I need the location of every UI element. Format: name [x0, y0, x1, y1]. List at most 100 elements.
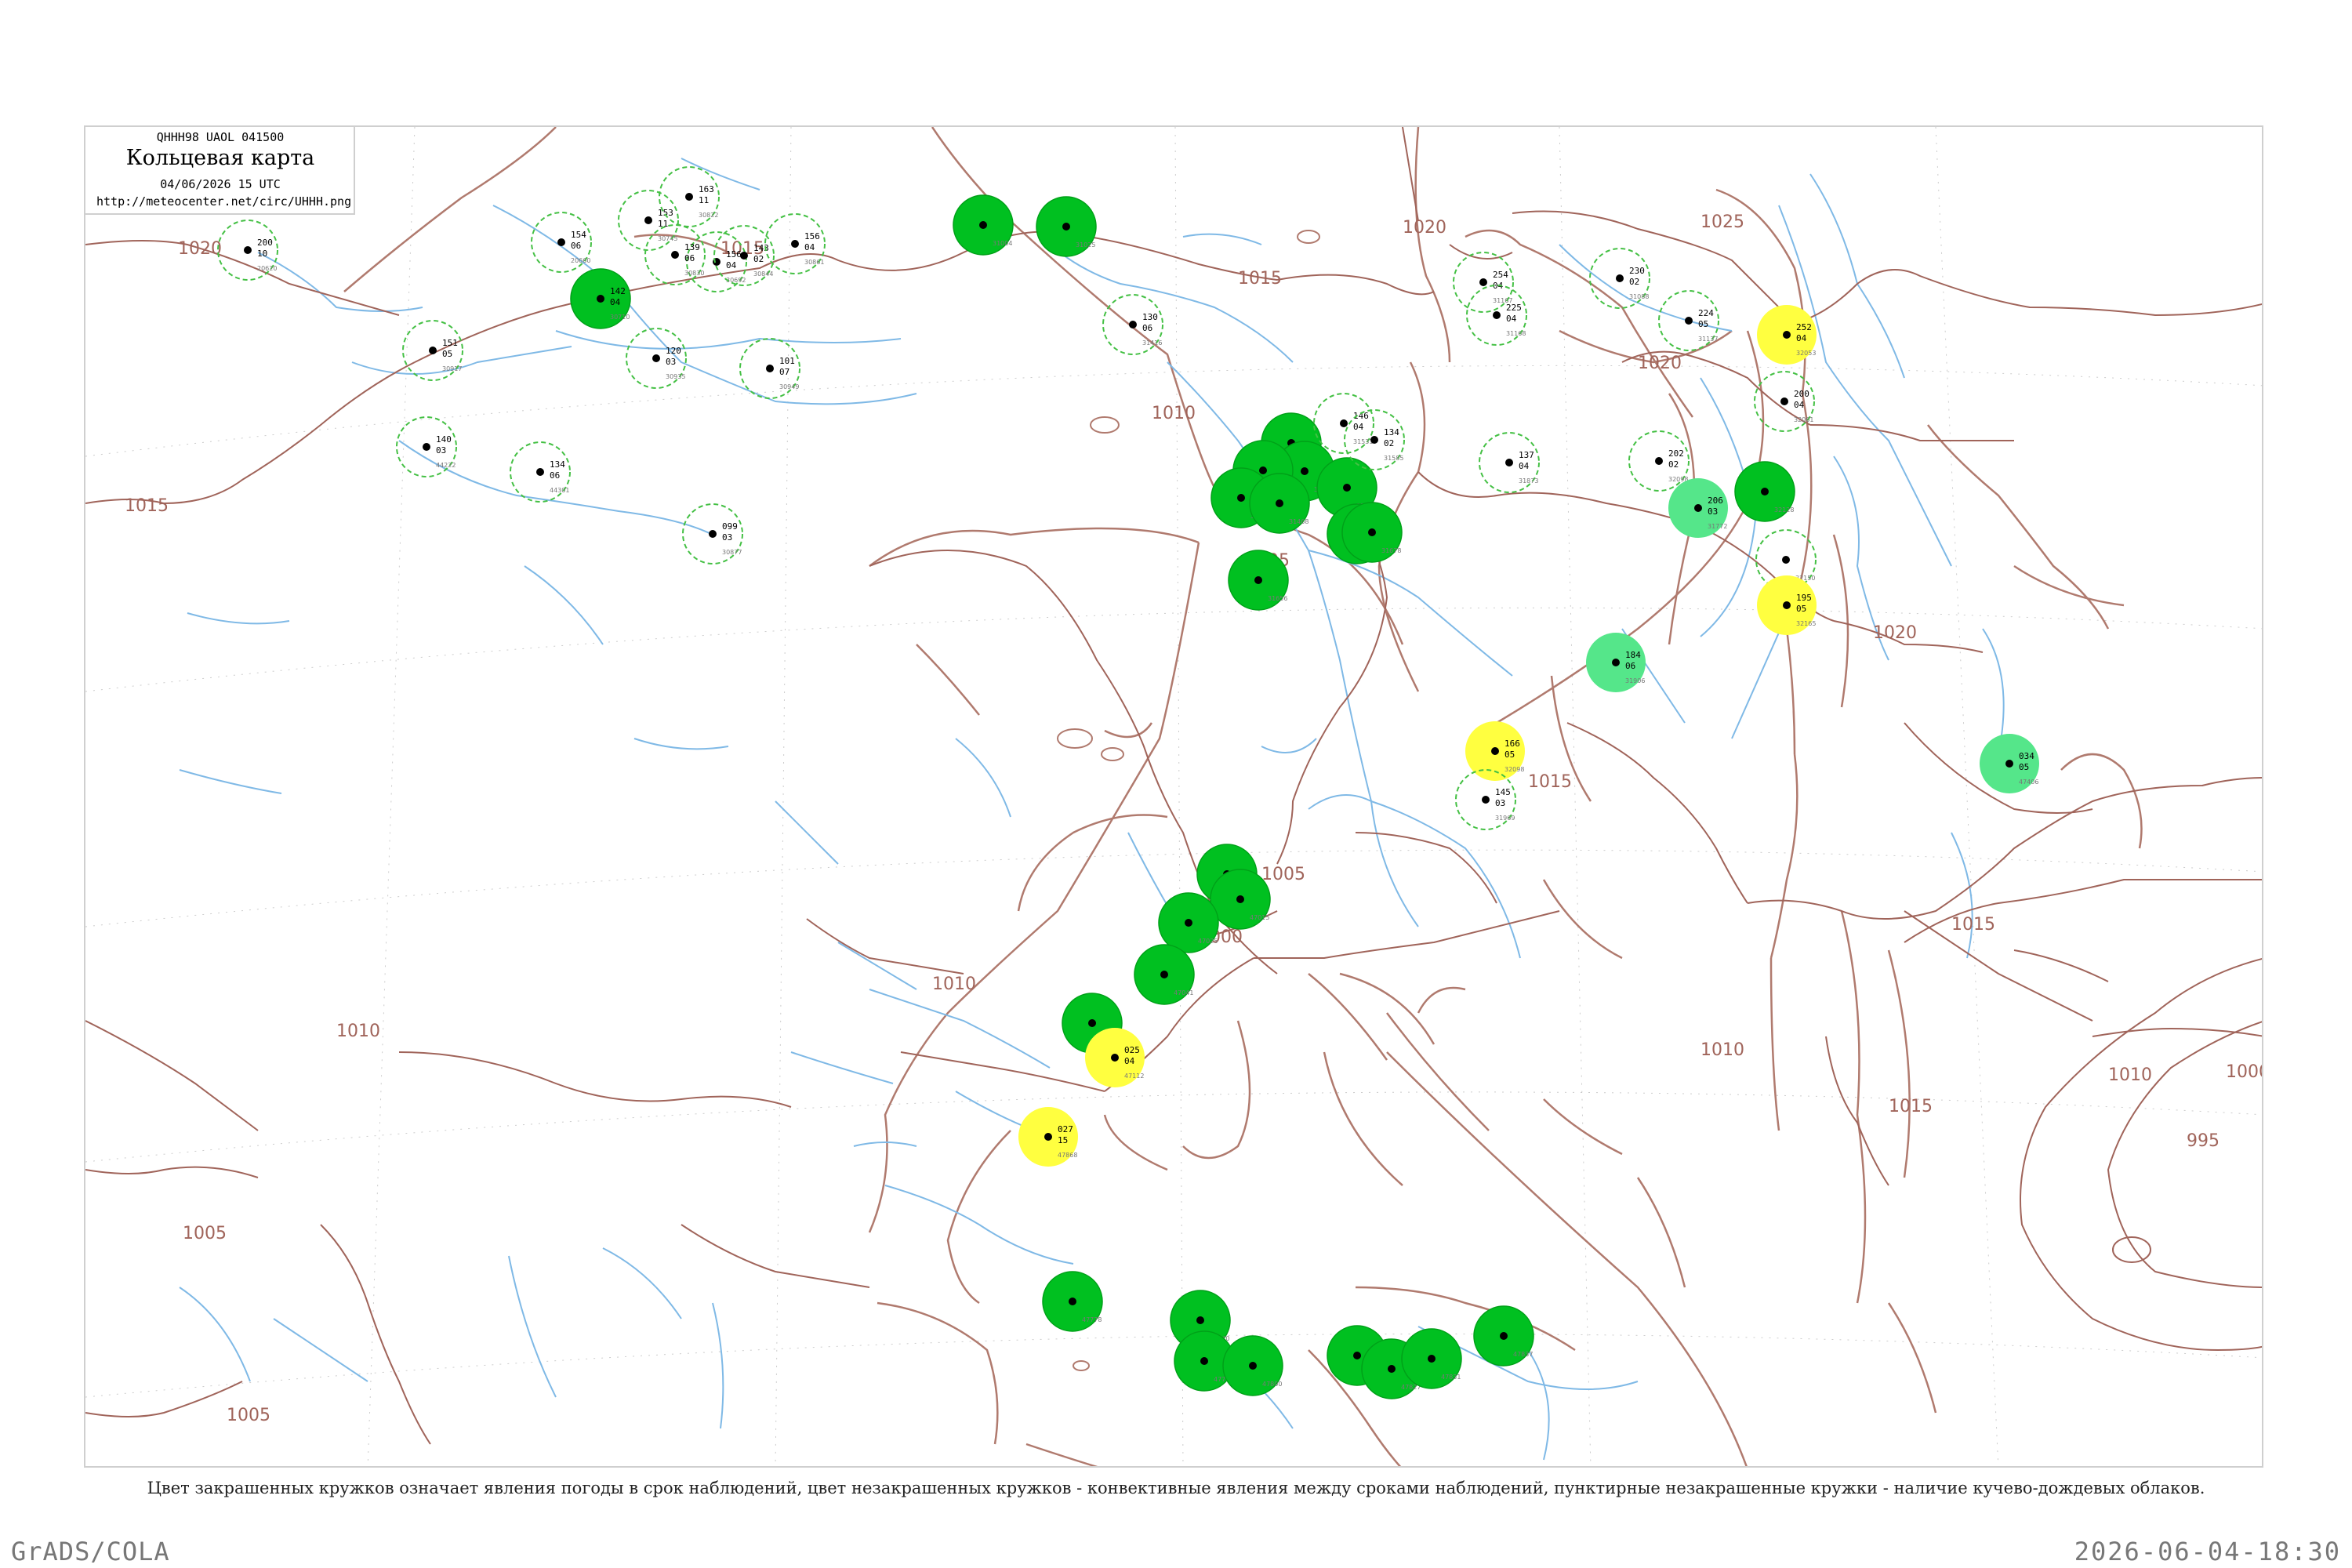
- station-index: 31416: [1142, 339, 1162, 347]
- station-cb[interactable]: 14003 44222: [396, 416, 457, 477]
- legend-caption: Цвет закрашенных кружков означает явлени…: [147, 1479, 2205, 1497]
- station-index: 30830: [684, 270, 704, 277]
- station-index: 30949: [779, 383, 799, 390]
- station-dot-icon: [1062, 223, 1070, 230]
- station-index: 47778: [1082, 1316, 1102, 1323]
- isobar-label: 1000: [2226, 1062, 2263, 1082]
- station-shower[interactable]: 03405 47406: [1980, 734, 2039, 793]
- station-cb[interactable]: 22405 31137: [1658, 290, 1719, 351]
- station-ts[interactable]: 31004: [953, 194, 1014, 256]
- station-index: 32061: [1794, 416, 1813, 423]
- station-cb[interactable]: 1460431531: [1313, 393, 1374, 454]
- station-dot-icon: [1160, 971, 1168, 978]
- station-tendency: 05: [1504, 750, 1515, 760]
- weather-map[interactable]: 1020 1015 1015 1020 1025 1020 1015 1010 …: [84, 125, 2263, 1468]
- station-dot-icon: [1276, 499, 1283, 507]
- station-dot-icon: [429, 347, 437, 354]
- station-pressure: 230: [1629, 266, 1645, 276]
- station-shower[interactable]: 18406 31906: [1586, 633, 1646, 692]
- station-pressure: 145: [1495, 787, 1511, 797]
- station-pressure: 139: [684, 242, 700, 252]
- station-dot-icon: [597, 295, 604, 303]
- station-dot-icon: [1761, 488, 1769, 495]
- station-tendency: 02: [1629, 277, 1639, 287]
- station-warn[interactable]: 19505 32165: [1757, 575, 1817, 635]
- station-dot-icon: [1479, 278, 1487, 286]
- station-tendency: 05: [1698, 319, 1708, 329]
- station-dot-icon: [1301, 467, 1308, 475]
- station-cb[interactable]: 22504 31168: [1466, 285, 1527, 346]
- station-index: 30877: [722, 549, 742, 556]
- station-pressure: 142: [610, 286, 626, 296]
- station-ts[interactable]: 32128: [1734, 461, 1795, 522]
- station-cb[interactable]: 2540431167: [1453, 252, 1514, 313]
- station-dot-icon: [1069, 1298, 1076, 1305]
- station-dot-icon: [1500, 1332, 1508, 1340]
- station-tendency: 04: [1794, 400, 1805, 410]
- station-tendency: 04: [1124, 1056, 1135, 1066]
- station-ts[interactable]: 47041: [1134, 944, 1195, 1005]
- station-cb[interactable]: 10107 30949: [739, 338, 800, 399]
- station-cb[interactable]: 13006 31416: [1102, 294, 1163, 355]
- station-index: 20660: [571, 257, 590, 264]
- station-dot-icon: [1340, 419, 1348, 427]
- station-pressure: 184: [1625, 650, 1641, 660]
- station-dot-icon: [1612, 659, 1620, 666]
- station-dot-icon: [1783, 331, 1791, 339]
- station-ts[interactable]: 31468: [1249, 473, 1310, 534]
- source-url[interactable]: http://meteocenter.net/circ/UHHH.png: [96, 194, 351, 209]
- station-cb[interactable]: 13406 44301: [510, 441, 571, 503]
- station-tendency: 04: [804, 242, 815, 252]
- station-index: 31656: [1268, 595, 1287, 602]
- station-pressure: 156: [726, 249, 742, 260]
- station-ts[interactable]: 31678: [1341, 502, 1403, 563]
- station-warn[interactable]: 02504 47112: [1085, 1028, 1145, 1087]
- station-cb[interactable]: 20010 20620: [217, 220, 278, 281]
- station-ts[interactable]: 47778: [1042, 1271, 1103, 1332]
- station-shower[interactable]: 20603 31772: [1668, 478, 1728, 538]
- station-cb[interactable]: 2020232098: [1628, 430, 1690, 492]
- station-pressure: 120: [666, 346, 681, 356]
- station-index: 31873: [1519, 477, 1538, 485]
- isobar-label: 1010: [336, 1022, 380, 1041]
- station-tendency: 04: [610, 297, 621, 307]
- station-index: 30935: [666, 373, 685, 380]
- station-cb[interactable]: 15406 20660: [531, 212, 592, 273]
- station-dot-icon: [1237, 494, 1245, 502]
- station-pressure: 224: [1698, 308, 1714, 318]
- station-dot-icon: [709, 530, 717, 538]
- station-index: 31585: [1384, 455, 1403, 462]
- rivers: [179, 158, 2005, 1461]
- station-tendency: 05: [2019, 762, 2029, 772]
- station-ts[interactable]: 31656: [1228, 550, 1289, 611]
- station-dot-icon: [644, 216, 652, 224]
- station-dot-icon: [1044, 1133, 1052, 1141]
- station-tendency: 07: [779, 367, 789, 377]
- station-dot-icon: [1249, 1362, 1257, 1370]
- station-cb[interactable]: 09903 30877: [682, 503, 743, 564]
- station-tendency: 03: [436, 445, 446, 456]
- station-dot-icon: [1353, 1352, 1361, 1359]
- station-pressure: 101: [779, 356, 795, 366]
- station-warn[interactable]: 02715 47868: [1018, 1107, 1078, 1167]
- station-index: 31137: [1698, 336, 1718, 343]
- station-cb[interactable]: 15604 30861: [764, 213, 826, 274]
- station-cb[interactable]: 13704 31873: [1479, 432, 1540, 493]
- station-pressure: 025: [1124, 1045, 1140, 1055]
- station-ts[interactable]: 47800: [1222, 1335, 1283, 1396]
- station-dot-icon: [1088, 1019, 1096, 1027]
- station-dot-icon: [244, 246, 252, 254]
- station-cb[interactable]: 1531130745: [618, 190, 679, 251]
- station-ts[interactable]: 47837: [1473, 1305, 1534, 1367]
- station-ts[interactable]: 14204 30710: [570, 268, 631, 329]
- station-ts[interactable]: 47025: [1158, 892, 1219, 953]
- isobar-label: 1005: [227, 1406, 270, 1425]
- station-index: 32165: [1796, 620, 1816, 627]
- generated-timestamp: 2026-06-04-18:30: [2074, 1537, 2341, 1566]
- station-ts[interactable]: 47831: [1401, 1328, 1462, 1389]
- station-ts[interactable]: 47015: [1210, 869, 1271, 930]
- station-dot-icon: [1782, 556, 1790, 564]
- station-cb[interactable]: 15105 30917: [402, 320, 463, 381]
- station-ts[interactable]: 31025: [1036, 196, 1097, 257]
- station-warn[interactable]: 25204 32053: [1757, 305, 1817, 365]
